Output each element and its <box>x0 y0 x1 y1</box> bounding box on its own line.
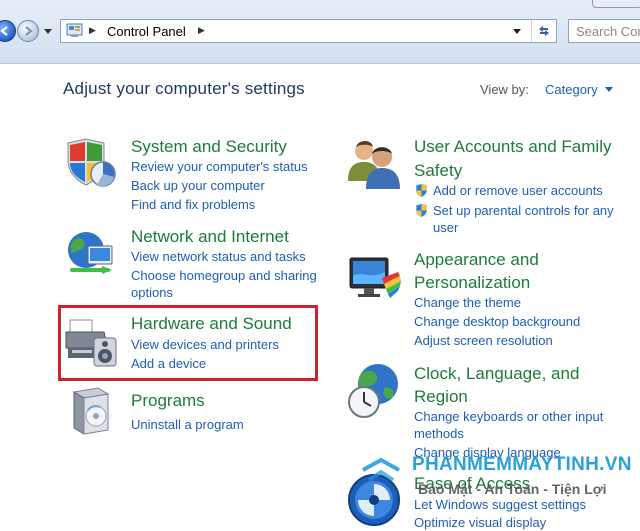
view-by-chevron-down-icon[interactable] <box>605 87 613 93</box>
back-button[interactable] <box>0 20 16 42</box>
page-title: Adjust your computer's settings <box>63 79 305 98</box>
navigation-bar: ▶ Control Panel ▶ Search Con <box>0 0 640 64</box>
category-clock-language-line1[interactable]: Clock, Language, and <box>414 362 579 385</box>
link-back-up-computer[interactable]: Back up your computer <box>131 177 265 194</box>
link-review-computer-status[interactable]: Review your computer's status <box>131 158 308 175</box>
category-appearance-line2[interactable]: Personalization <box>414 271 530 294</box>
users-icon[interactable] <box>346 137 402 189</box>
highlight-annotation-box <box>58 305 318 381</box>
category-user-accounts-line2[interactable]: Safety <box>414 159 462 182</box>
shield-chart-icon[interactable] <box>64 137 118 189</box>
watermark-logo-icon <box>362 457 400 482</box>
search-box[interactable]: Search Con <box>568 19 640 43</box>
link-change-desktop-background[interactable]: Change desktop background <box>414 313 580 330</box>
address-history-dropdown-icon[interactable] <box>513 29 521 35</box>
link-homegroup-options[interactable]: options <box>131 284 173 301</box>
link-uninstall-a-program[interactable]: Uninstall a program <box>131 416 244 433</box>
link-adjust-screen-resolution[interactable]: Adjust screen resolution <box>414 332 553 349</box>
breadcrumb-control-panel[interactable]: Control Panel <box>107 24 186 39</box>
link-find-and-fix-problems[interactable]: Find and fix problems <box>131 196 255 213</box>
software-box-icon[interactable] <box>64 384 118 440</box>
window-frame-corner <box>592 0 640 8</box>
link-let-windows-suggest-settings[interactable]: Let Windows suggest settings <box>414 496 586 513</box>
category-user-accounts-line1[interactable]: User Accounts and Family <box>414 135 611 158</box>
search-placeholder[interactable]: Search Con <box>576 24 640 39</box>
view-by-dropdown[interactable]: Category <box>545 82 598 97</box>
link-set-up-parental-controls[interactable]: Set up parental controls for any <box>433 202 614 219</box>
view-by-label: View by: <box>480 82 529 97</box>
refresh-icon[interactable] <box>536 23 552 39</box>
uac-shield-icon <box>416 183 427 198</box>
back-arrow-icon <box>0 26 8 36</box>
divider <box>531 20 532 42</box>
link-add-remove-user-accounts[interactable]: Add or remove user accounts <box>433 182 603 199</box>
category-network-and-internet[interactable]: Network and Internet <box>131 225 289 248</box>
address-bar[interactable]: ▶ Control Panel ▶ <box>60 19 557 43</box>
globe-network-icon[interactable] <box>64 226 118 282</box>
forward-button[interactable] <box>17 20 39 42</box>
link-view-network-status[interactable]: View network status and tasks <box>131 248 306 265</box>
watermark-site-name: PHANMEMMAYTINH.VN <box>412 454 632 475</box>
control-panel-icon <box>66 23 83 37</box>
link-choose-homegroup[interactable]: Choose homegroup and sharing <box>131 267 317 284</box>
breadcrumb-separator-icon[interactable]: ▶ <box>89 26 96 36</box>
category-system-and-security[interactable]: System and Security <box>131 135 287 158</box>
breadcrumb-separator-icon[interactable]: ▶ <box>198 26 205 36</box>
watermark-tagline: Bảo Mật - An Toàn - Tiện Lợi <box>418 481 607 497</box>
link-change-keyboards[interactable]: Change keyboards or other input <box>414 408 603 425</box>
category-programs[interactable]: Programs <box>131 389 205 412</box>
category-clock-language-line2[interactable]: Region <box>414 385 468 408</box>
forward-arrow-icon <box>25 26 33 36</box>
globe-clock-icon[interactable] <box>346 362 402 420</box>
monitor-paint-icon[interactable] <box>346 254 402 304</box>
link-change-the-theme[interactable]: Change the theme <box>414 294 521 311</box>
link-input-methods[interactable]: methods <box>414 425 464 442</box>
link-parental-controls-user[interactable]: user <box>433 219 458 236</box>
recent-pages-dropdown-icon[interactable] <box>44 29 52 35</box>
uac-shield-icon <box>416 203 427 218</box>
category-appearance-line1[interactable]: Appearance and <box>414 248 539 271</box>
link-optimize-visual-display[interactable]: Optimize visual display <box>414 514 546 531</box>
